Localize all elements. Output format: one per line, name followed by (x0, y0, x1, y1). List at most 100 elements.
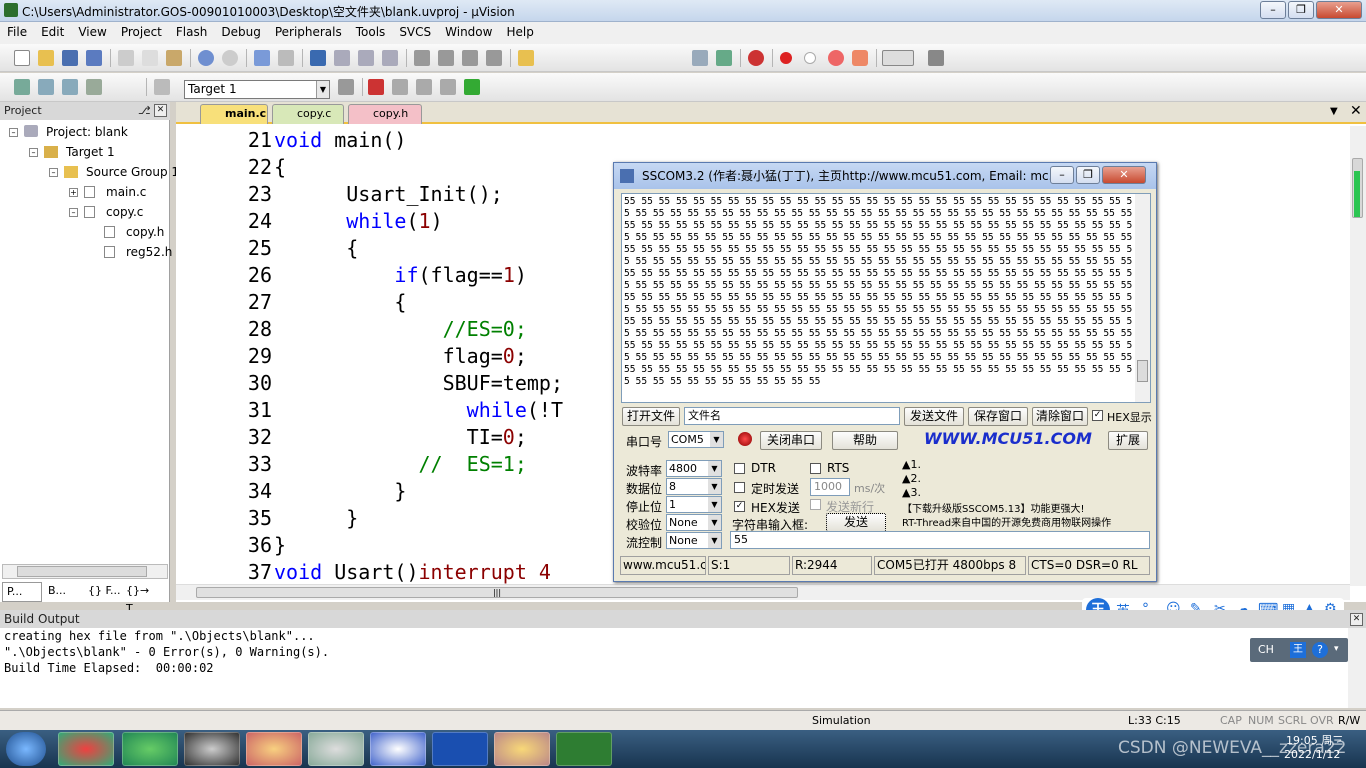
new-file-icon[interactable] (14, 50, 30, 66)
open-file-button[interactable]: 打开文件 (622, 407, 680, 426)
hex-display-checkbox[interactable]: ✓ (1092, 410, 1103, 421)
build-close-icon[interactable]: ✕ (1350, 613, 1363, 626)
menu-svcs[interactable]: SVCS (392, 22, 438, 39)
code-line[interactable]: { (274, 290, 406, 314)
target-options-icon[interactable] (338, 79, 354, 95)
tree-project-root[interactable]: Project: blank (46, 125, 128, 139)
batch-build-icon[interactable] (86, 79, 102, 95)
uncomment-icon[interactable] (486, 50, 502, 66)
code-line[interactable]: void Usart()interrupt 4 (274, 560, 551, 584)
incremental-find-icon[interactable] (716, 50, 732, 66)
sscom-window[interactable]: SSCOM3.2 (作者:聂小猛(丁丁), 主页http://www.mcu51… (613, 162, 1157, 582)
cut-icon[interactable] (118, 50, 134, 66)
nav-forward-icon[interactable] (278, 50, 294, 66)
menu-help[interactable]: Help (499, 22, 540, 39)
code-line[interactable]: } (274, 533, 286, 557)
panel-close-icon[interactable]: ✕ (154, 104, 167, 117)
find-in-files-icon[interactable] (518, 50, 534, 66)
debug-session-icon[interactable] (748, 50, 764, 66)
pack-installer-icon[interactable] (440, 79, 456, 95)
dtr-checkbox[interactable] (734, 463, 745, 474)
breakpoint-clear-icon[interactable] (828, 50, 844, 66)
build-icon[interactable] (38, 79, 54, 95)
bookmark-clear-icon[interactable] (382, 50, 398, 66)
send-button[interactable]: 发送 (826, 513, 886, 532)
tab-books[interactable]: B... (44, 582, 82, 602)
comment-icon[interactable] (462, 50, 478, 66)
tab-functions[interactable]: {} F... (84, 582, 124, 602)
sscom-maximize-button[interactable]: ❐ (1076, 166, 1100, 184)
open-file-icon[interactable] (38, 50, 54, 66)
code-line[interactable]: TI=0; (274, 425, 527, 449)
parity-select[interactable]: None ▼ (666, 514, 722, 531)
paste-icon[interactable] (166, 50, 182, 66)
data-bits-select[interactable]: 8 ▼ (666, 478, 722, 495)
taskbar-app-1[interactable] (58, 732, 114, 766)
tree-file-copy-c[interactable]: copy.c (106, 205, 143, 219)
upgrade-ad-link[interactable]: 【下载升级版SSCOM5.13】功能更强大! (902, 500, 1084, 515)
copy-icon[interactable] (142, 50, 158, 66)
editor-close-icon[interactable]: ✕ (1350, 103, 1362, 119)
breakpoint-icon[interactable] (780, 52, 792, 64)
taskbar-app-7[interactable] (432, 732, 488, 766)
menu-view[interactable]: View (71, 22, 113, 39)
expand-toggle[interactable]: – (29, 148, 38, 157)
editor-vscrollbar[interactable] (1350, 126, 1366, 586)
tree-source-group[interactable]: Source Group 1 (86, 165, 179, 179)
receive-vscrollbar[interactable] (1135, 194, 1150, 402)
close-button[interactable]: ✕ (1316, 1, 1362, 19)
website-link[interactable]: WWW.MCU51.COM (924, 429, 1092, 448)
timer-interval-field[interactable]: 1000 (810, 478, 850, 496)
taskbar-app-6[interactable] (370, 732, 426, 766)
scroll-thumb[interactable] (17, 566, 147, 577)
rtthread-ad-link[interactable]: RT-Thread来自中国的开源免费商用物联网操作 (902, 514, 1111, 529)
taskbar-app-3[interactable] (184, 732, 240, 766)
menu-debug[interactable]: Debug (214, 22, 267, 39)
taskbar-app-8[interactable] (494, 732, 550, 766)
taskbar-app-9[interactable] (556, 732, 612, 766)
expand-toggle[interactable]: + (69, 188, 78, 197)
tree-file-reg52-h[interactable]: reg52.h (126, 245, 172, 259)
code-line[interactable]: { (274, 236, 358, 260)
clock-date[interactable]: 2022/1/12 (1284, 748, 1340, 761)
bookmark-icon[interactable] (310, 50, 326, 66)
bookmark-prev-icon[interactable] (334, 50, 350, 66)
menu-peripherals[interactable]: Peripherals (268, 22, 349, 39)
code-line[interactable]: } (274, 506, 358, 530)
tab-main-c[interactable]: main.c (200, 104, 268, 124)
ime-small-icon[interactable]: 王 (1290, 642, 1306, 658)
target-select[interactable]: Target 1 ▼ (184, 80, 330, 99)
port-select[interactable]: COM5 ▼ (668, 431, 724, 448)
save-window-button[interactable]: 保存窗口 (968, 407, 1028, 426)
start-button[interactable] (6, 732, 46, 766)
minimize-button[interactable]: – (1260, 1, 1286, 19)
tree-target[interactable]: Target 1 (66, 145, 115, 159)
rte-icon[interactable] (464, 79, 480, 95)
code-line[interactable]: Usart_Init(); (274, 182, 503, 206)
unindent-icon[interactable] (438, 50, 454, 66)
menu-project[interactable]: Project (114, 22, 169, 39)
tabs-dropdown-icon[interactable]: ▼ (1330, 106, 1338, 117)
code-line[interactable]: //ES=0; (274, 317, 527, 341)
menu-window[interactable]: Window (438, 22, 499, 39)
project-hscrollbar[interactable] (2, 564, 168, 579)
expand-toggle[interactable]: – (9, 128, 18, 137)
taskbar-app-4[interactable] (246, 732, 302, 766)
taskbar-app-2[interactable] (122, 732, 178, 766)
expand-toggle[interactable]: – (69, 208, 78, 217)
help-icon[interactable]: ? (1312, 642, 1328, 658)
rebuild-icon[interactable] (62, 79, 78, 95)
code-line[interactable]: { (274, 155, 286, 179)
receive-area[interactable]: 55 55 55 55 55 55 55 55 55 55 55 55 55 5… (621, 193, 1151, 403)
clear-window-button[interactable]: 清除窗口 (1032, 407, 1088, 426)
code-line[interactable]: flag=0; (274, 344, 527, 368)
tab-copy-c[interactable]: copy.c (272, 104, 344, 124)
menu-tools[interactable]: Tools (349, 22, 393, 39)
help-button[interactable]: 帮助 (832, 431, 898, 450)
taskbar-app-5[interactable] (308, 732, 364, 766)
find-icon[interactable] (692, 50, 708, 66)
undo-icon[interactable] (198, 50, 214, 66)
breakpoint-disable-icon[interactable] (804, 52, 816, 64)
clock-time[interactable]: 19:05 周三 (1286, 732, 1343, 748)
bookmark-next-icon[interactable] (358, 50, 374, 66)
